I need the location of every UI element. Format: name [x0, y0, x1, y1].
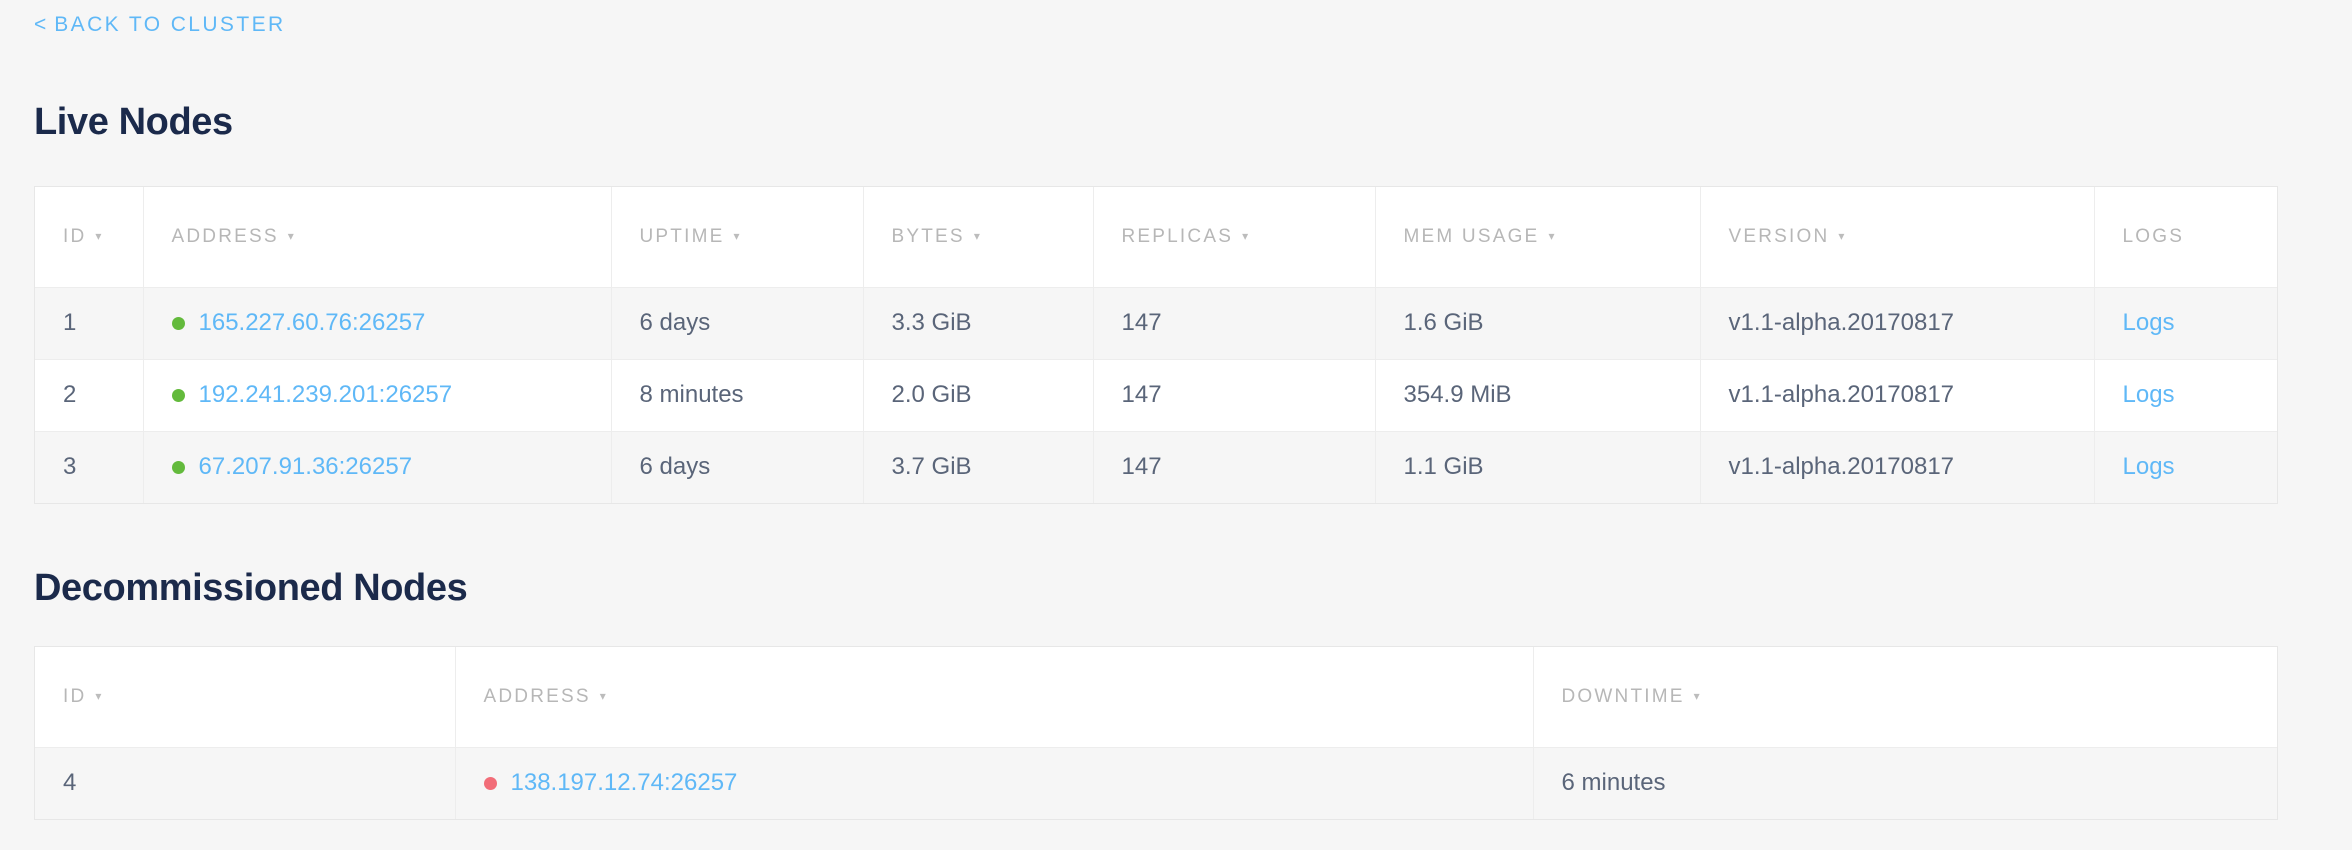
column-header-logs-label: LOGS [2123, 226, 2185, 247]
table-row: 4 138.197.12.74:26257 6 minutes [35, 747, 2277, 819]
cell-address: 138.197.12.74:26257 [455, 747, 1533, 819]
sort-caret-icon: ▾ [974, 229, 980, 243]
sort-caret-icon: ▾ [95, 689, 101, 703]
cell-uptime: 8 minutes [611, 359, 863, 431]
decommissioned-nodes-header-row: ID ▾ ADDRESS ▾ DOWNTIME ▾ [35, 647, 2277, 747]
column-header-version[interactable]: VERSION ▾ [1700, 187, 2094, 287]
live-nodes-table-container: ID ▾ ADDRESS ▾ UPTIME ▾ BYTES ▾ REPLICAS ▾ [34, 186, 2278, 504]
node-address-link[interactable]: 67.207.91.36:26257 [199, 453, 413, 481]
cell-replicas: 147 [1093, 287, 1375, 359]
column-header-bytes[interactable]: BYTES ▾ [863, 187, 1093, 287]
cell-replicas: 147 [1093, 431, 1375, 503]
decommissioned-nodes-table: ID▾ ADDRESS▾ DOWNTIME▾ 4 1 [35, 647, 2277, 819]
sort-caret-icon: ▾ [733, 229, 739, 243]
logs-link[interactable]: Logs [2123, 453, 2175, 480]
cell-mem-usage: 1.6 GiB [1375, 287, 1700, 359]
column-header-logs: LOGS [2094, 187, 2278, 287]
column-header-id-label: ID [63, 226, 86, 247]
cell-id: 2 [35, 359, 143, 431]
sort-caret-icon: ▾ [288, 229, 294, 243]
sort-caret-icon: ▾ [1242, 229, 1248, 243]
cell-version: v1.1-alpha.20170817 [1700, 359, 2094, 431]
node-address-link[interactable]: 192.241.239.201:26257 [199, 381, 453, 409]
cell-uptime: 6 days [611, 287, 863, 359]
column-header-bytes-label: BYTES [892, 226, 965, 247]
column-header-downtime-label: DOWNTIME [1562, 686, 1685, 707]
back-to-cluster-label: BACK TO CLUSTER [54, 13, 285, 36]
status-live-dot-icon [172, 389, 185, 402]
cell-uptime: 6 days [611, 431, 863, 503]
cell-logs: Logs [2094, 359, 2278, 431]
status-live-dot-icon [172, 317, 185, 330]
cell-downtime: 6 minutes [1533, 747, 2277, 819]
cell-address: 67.207.91.36:26257 [143, 431, 611, 503]
column-header-address[interactable]: ADDRESS ▾ [455, 647, 1533, 747]
cell-address: 192.241.239.201:26257 [143, 359, 611, 431]
column-header-address[interactable]: ADDRESS ▾ [143, 187, 611, 287]
chevron-left-icon: < [34, 12, 46, 38]
decommissioned-nodes-table-container: ID▾ ADDRESS▾ DOWNTIME▾ 4 1 [34, 646, 2278, 820]
cell-logs: Logs [2094, 287, 2278, 359]
decommissioned-nodes-title: Decommissioned Nodes [34, 566, 467, 610]
column-header-downtime[interactable]: DOWNTIME ▾ [1533, 647, 2277, 747]
node-address-link[interactable]: 138.197.12.74:26257 [511, 769, 738, 797]
cell-id: 3 [35, 431, 143, 503]
cell-version: v1.1-alpha.20170817 [1700, 431, 2094, 503]
sort-caret-icon: ▾ [95, 229, 101, 243]
column-header-uptime-label: UPTIME [640, 226, 725, 247]
column-header-mem-usage-label: MEM USAGE [1404, 226, 1540, 247]
column-header-mem-usage[interactable]: MEM USAGE ▾ [1375, 187, 1700, 287]
column-header-version-label: VERSION [1729, 226, 1830, 247]
back-to-cluster-link[interactable]: < BACK TO CLUSTER [34, 12, 286, 38]
live-nodes-header-row: ID ▾ ADDRESS ▾ UPTIME ▾ BYTES ▾ REPLICAS ▾ [35, 187, 2278, 287]
column-header-address-label: ADDRESS [484, 686, 591, 707]
table-row: 1 165.227.60.76:26257 6 days 3.3 GiB 147… [35, 287, 2278, 359]
cell-replicas: 147 [1093, 359, 1375, 431]
sort-caret-icon: ▾ [600, 689, 606, 703]
cell-bytes: 3.7 GiB [863, 431, 1093, 503]
cell-version: v1.1-alpha.20170817 [1700, 287, 2094, 359]
live-nodes-title: Live Nodes [34, 100, 233, 144]
column-header-uptime[interactable]: UPTIME ▾ [611, 187, 863, 287]
node-address-link[interactable]: 165.227.60.76:26257 [199, 309, 426, 337]
cell-address: 165.227.60.76:26257 [143, 287, 611, 359]
column-header-id[interactable]: ID ▾ [35, 187, 143, 287]
sort-caret-icon: ▾ [1838, 229, 1844, 243]
status-live-dot-icon [172, 461, 185, 474]
logs-link[interactable]: Logs [2123, 309, 2175, 336]
table-row: 3 67.207.91.36:26257 6 days 3.7 GiB 147 … [35, 431, 2278, 503]
table-row: 2 192.241.239.201:26257 8 minutes 2.0 Gi… [35, 359, 2278, 431]
cell-bytes: 2.0 GiB [863, 359, 1093, 431]
sort-caret-icon: ▾ [1694, 689, 1700, 703]
cell-id: 4 [35, 747, 455, 819]
cell-logs: Logs [2094, 431, 2278, 503]
cell-mem-usage: 354.9 MiB [1375, 359, 1700, 431]
column-header-id[interactable]: ID ▾ [35, 647, 455, 747]
column-header-replicas-label: REPLICAS [1122, 226, 1234, 247]
logs-link[interactable]: Logs [2123, 381, 2175, 408]
cell-mem-usage: 1.1 GiB [1375, 431, 1700, 503]
column-header-replicas[interactable]: REPLICAS ▾ [1093, 187, 1375, 287]
column-header-address-label: ADDRESS [172, 226, 279, 247]
live-nodes-table: ID ▾ ADDRESS ▾ UPTIME ▾ BYTES ▾ REPLICAS ▾ [35, 187, 2278, 503]
cell-bytes: 3.3 GiB [863, 287, 1093, 359]
column-header-id-label: ID [63, 686, 86, 707]
sort-caret-icon: ▾ [1548, 229, 1554, 243]
status-dead-dot-icon [484, 777, 497, 790]
nodes-page: < BACK TO CLUSTER Live Nodes ID ▾ ADDRESS ▾… [0, 0, 2352, 850]
cell-id: 1 [35, 287, 143, 359]
